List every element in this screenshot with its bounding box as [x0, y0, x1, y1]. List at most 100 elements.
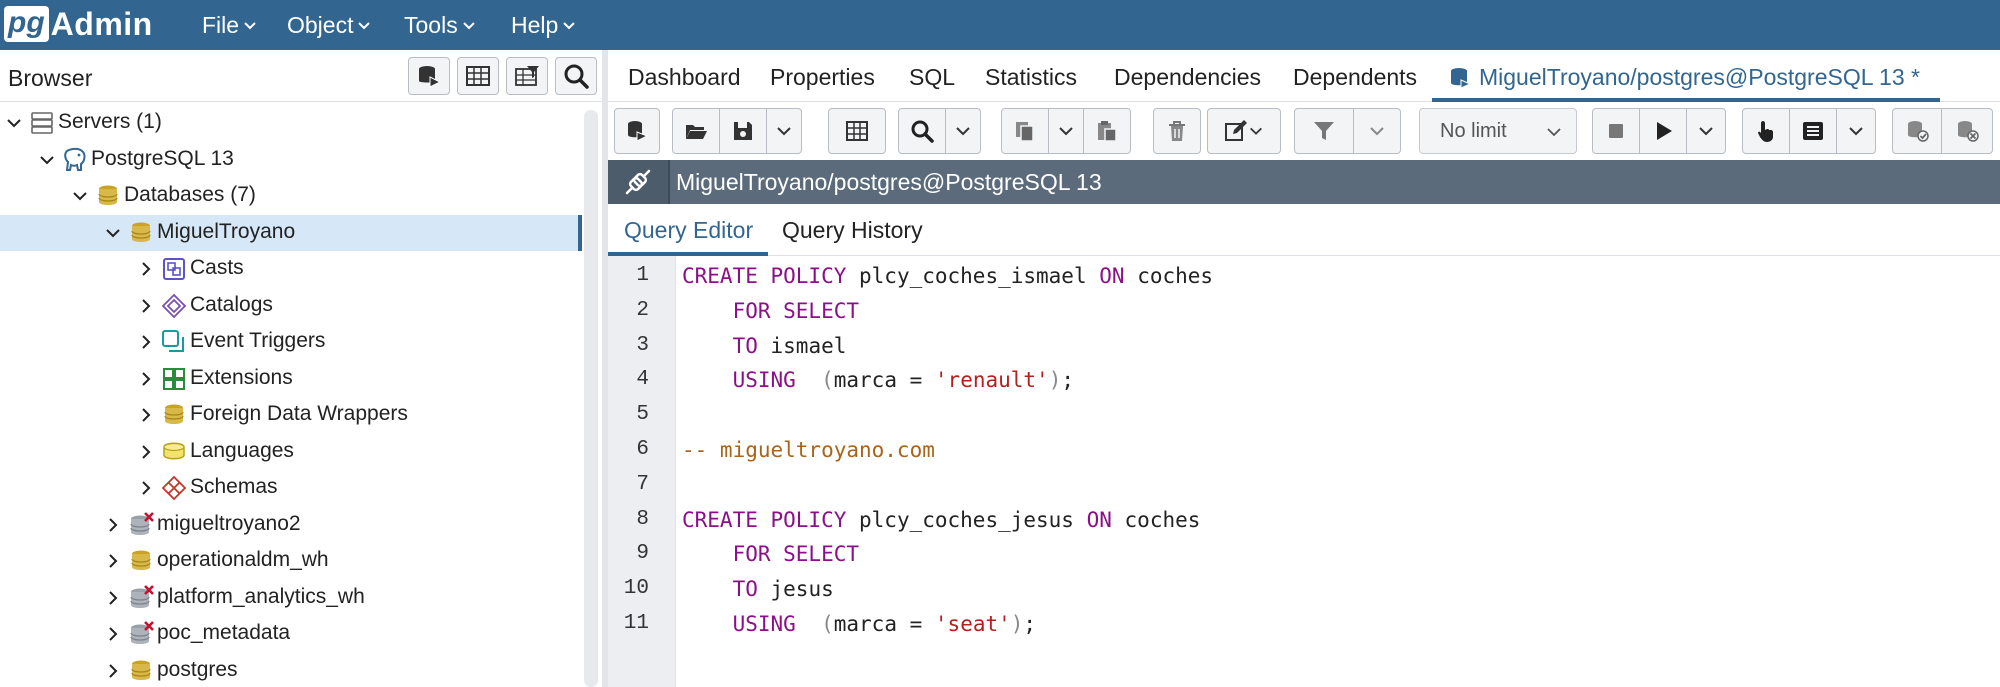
chevron-right-icon[interactable]	[103, 551, 123, 571]
save-file-button[interactable]	[719, 108, 767, 154]
tab-sql[interactable]: SQL	[909, 64, 955, 91]
chevron-right-icon[interactable]	[103, 588, 123, 608]
view-data-button[interactable]	[457, 57, 499, 95]
query-toolbar	[608, 102, 2000, 160]
postgresql-elephant-icon	[64, 147, 86, 171]
menu-file[interactable]: File	[202, 12, 257, 39]
sql-editor[interactable]: CREATE POLICY plcy_coches_ismael ON coch…	[682, 256, 2000, 687]
query-tool-button[interactable]	[614, 108, 660, 154]
menu-tools-label: Tools	[404, 12, 458, 38]
tree-node[interactable]: Extensions	[0, 361, 582, 397]
tree-node[interactable]: Foreign Data Wrappers	[0, 397, 582, 433]
tree-node[interactable]: Databases (7)	[0, 178, 582, 214]
explain-options-dropdown[interactable]	[1836, 108, 1876, 154]
chevron-right-icon[interactable]	[136, 259, 156, 279]
tree-node[interactable]: Servers (1)	[0, 105, 582, 141]
line-number: 5	[636, 403, 649, 427]
tab-dependents[interactable]: Dependents	[1293, 64, 1417, 91]
menu-help[interactable]: Help	[511, 12, 576, 39]
tab-dependencies[interactable]: Dependencies	[1114, 64, 1261, 91]
find-options-dropdown[interactable]	[945, 108, 981, 154]
save-options-dropdown[interactable]	[766, 108, 802, 154]
tree-node[interactable]: migueltroyano2	[0, 507, 582, 543]
line-number-gutter: 1 2 3 4 5 6 7 8 9 10 11	[608, 256, 676, 687]
chevron-down-icon[interactable]	[4, 113, 24, 133]
tab-dashboard[interactable]: Dashboard	[628, 64, 741, 91]
tree-node[interactable]: platform_analytics_wh	[0, 580, 582, 616]
chevron-right-icon[interactable]	[103, 661, 123, 681]
tab-query-editor[interactable]: Query Editor	[624, 217, 753, 244]
code-line: USING (marca = 'renault');	[682, 368, 1074, 392]
chevron-down-icon	[1849, 127, 1863, 136]
chevron-right-icon[interactable]	[136, 369, 156, 389]
sql-text: jesus	[757, 577, 834, 602]
filter-button[interactable]	[1294, 108, 1354, 154]
find-button[interactable]	[898, 108, 946, 154]
commit-button[interactable]	[1892, 108, 1942, 154]
copy-options-dropdown[interactable]	[1048, 108, 1084, 154]
query-tool-button[interactable]	[408, 57, 450, 95]
tab-properties[interactable]: Properties	[770, 64, 875, 91]
rollback-button[interactable]	[1941, 108, 1993, 154]
schemas-icon	[161, 475, 187, 501]
chevron-down-icon[interactable]	[70, 186, 90, 206]
tree-node[interactable]: PostgreSQL 13	[0, 142, 582, 178]
chevron-right-icon[interactable]	[103, 515, 123, 535]
edit-rows-button[interactable]	[828, 108, 886, 154]
delete-rows-button[interactable]	[1153, 108, 1201, 154]
tree-node-label: Casts	[190, 256, 244, 279]
paste-button[interactable]	[1083, 108, 1131, 154]
tab-query-tool[interactable]: MiguelTroyano/postgres@PostgreSQL 13 *	[1479, 64, 1920, 91]
sql-text: plcy_coches_jesus	[846, 507, 1087, 532]
play-icon	[1657, 122, 1672, 140]
sql-keyword: USING	[732, 612, 796, 636]
search-objects-button[interactable]	[555, 57, 597, 95]
chevron-down-icon[interactable]	[37, 150, 57, 170]
tree-node[interactable]: Casts	[0, 251, 582, 287]
filter-options-dropdown[interactable]	[1353, 108, 1401, 154]
rows-limit-select[interactable]: No limit	[1419, 108, 1577, 154]
menu-object-label: Object	[287, 12, 354, 38]
menu-tools[interactable]: Tools	[404, 12, 476, 39]
tree-node-label: Servers (1)	[58, 110, 162, 133]
execute-options-dropdown[interactable]	[1686, 108, 1726, 154]
connection-status-button[interactable]	[608, 160, 670, 204]
folder-open-icon	[686, 125, 707, 139]
chevron-down-icon[interactable]	[103, 223, 123, 243]
tree-node[interactable]: MiguelTroyano	[0, 214, 582, 251]
tree-node[interactable]: Languages	[0, 434, 582, 470]
execute-button[interactable]	[1639, 108, 1687, 154]
tree-node-label: poc_metadata	[157, 621, 291, 644]
chevron-right-icon[interactable]	[136, 296, 156, 316]
tree-node-label: Foreign Data Wrappers	[190, 402, 408, 425]
explain-analyze-button[interactable]	[1789, 108, 1837, 154]
editor-subtabs: Query Editor Query History	[608, 204, 2000, 256]
save-icon	[734, 122, 752, 140]
explain-button[interactable]	[1742, 108, 1790, 154]
logo-admin: Admin	[50, 5, 153, 42]
tree-scrollbar[interactable]	[584, 110, 598, 687]
filtered-rows-button[interactable]	[506, 57, 548, 95]
chevron-right-icon[interactable]	[136, 332, 156, 352]
chevron-right-icon[interactable]	[136, 478, 156, 498]
code-line: CREATE POLICY plcy_coches_ismael ON coch…	[682, 264, 1213, 288]
tree-node[interactable]: operationaldm_wh	[0, 543, 582, 579]
menu-object[interactable]: Object	[287, 12, 371, 39]
chevron-right-icon[interactable]	[103, 624, 123, 644]
tab-query-history[interactable]: Query History	[782, 217, 923, 244]
tree-node[interactable]: postgres	[0, 653, 582, 687]
code-line: TO ismael	[682, 334, 847, 358]
tree-node[interactable]: poc_metadata	[0, 616, 582, 652]
chevron-right-icon[interactable]	[136, 442, 156, 462]
tree-node[interactable]: Catalogs	[0, 288, 582, 324]
copy-button[interactable]	[1001, 108, 1049, 154]
tab-statistics[interactable]: Statistics	[985, 64, 1077, 91]
tree-node[interactable]: Event Triggers	[0, 324, 582, 360]
chevron-right-icon[interactable]	[136, 405, 156, 425]
cancel-query-button[interactable]	[1592, 108, 1640, 154]
edit-options-button[interactable]	[1207, 108, 1281, 154]
chevron-down-icon	[1699, 127, 1713, 136]
tree-node[interactable]: Schemas	[0, 470, 582, 506]
open-file-button[interactable]	[672, 108, 720, 154]
